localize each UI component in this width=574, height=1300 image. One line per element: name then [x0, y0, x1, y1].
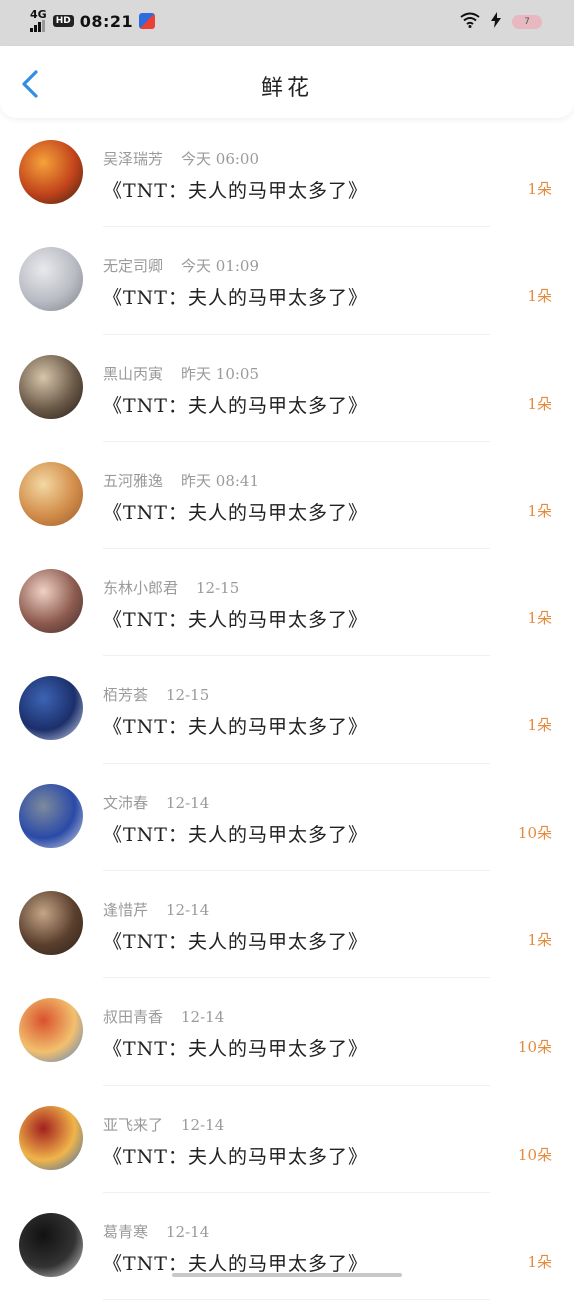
list-item[interactable]: 黑山丙寅 昨天 10:05 《TNT：夫人的马甲太多了》 1朵 [0, 335, 574, 442]
sent-time: 昨天 08:41 [181, 471, 260, 490]
signal-icon [30, 20, 45, 32]
avatar[interactable] [19, 1212, 83, 1277]
wifi-icon [460, 12, 480, 32]
sender-name: 逢惜芹 [103, 901, 149, 920]
battery-icon: 7 [512, 15, 542, 29]
avatar[interactable] [19, 461, 83, 526]
avatar[interactable] [19, 783, 83, 848]
avatar[interactable] [19, 247, 83, 312]
avatar[interactable] [19, 1105, 83, 1170]
list-item[interactable]: 无定司卿 今天 01:09 《TNT：夫人的马甲太多了》 1朵 [0, 227, 574, 335]
sent-time: 12-14 [181, 1008, 225, 1027]
battery-level: 7 [524, 17, 530, 27]
sender-line: 无定司卿 今天 01:09 [103, 255, 259, 276]
book-title: 《TNT：夫人的马甲太多了》 [103, 931, 368, 954]
sender-line: 亚飞来了 12-14 [103, 1114, 224, 1135]
sent-time: 12-14 [181, 1115, 225, 1134]
signal-group: 4G [30, 8, 47, 32]
sender-name: 五河雅逸 [103, 471, 164, 490]
list-item[interactable]: 文沛春 12-14 《TNT：夫人的马甲太多了》 10朵 [0, 764, 574, 872]
flower-count: 1朵 [527, 716, 552, 735]
flower-count: 1朵 [527, 1252, 552, 1271]
list-item[interactable]: 东林小郎君 12-15 《TNT：夫人的马甲太多了》 1朵 [0, 549, 574, 657]
avatar[interactable] [19, 569, 83, 634]
status-left: 4G HD 08:21 [30, 8, 156, 32]
status-bar: 4G HD 08:21 7 [0, 0, 574, 46]
sender-line: 五河雅逸 昨天 08:41 [103, 470, 259, 491]
book-title: 《TNT：夫人的马甲太多了》 [103, 287, 368, 310]
avatar[interactable] [19, 354, 83, 419]
sent-time: 12-14 [166, 793, 210, 812]
sent-time: 12-15 [196, 579, 240, 598]
sent-time: 今天 06:00 [181, 150, 260, 168]
list-item[interactable]: 葛青寒 12-14 《TNT：夫人的马甲太多了》 1朵 [0, 1193, 574, 1300]
list-item[interactable]: 栢芳荟 12-15 《TNT：夫人的马甲太多了》 1朵 [0, 656, 574, 764]
status-right: 7 [460, 12, 542, 32]
sender-line: 叔田青香 12-14 [103, 1006, 224, 1027]
flower-count: 1朵 [527, 501, 552, 520]
sender-line: 逢惜芹 12-14 [103, 899, 209, 920]
sent-time: 今天 01:09 [181, 257, 260, 276]
book-title: 《TNT：夫人的马甲太多了》 [103, 501, 368, 524]
sender-name: 叔田青香 [103, 1008, 164, 1027]
book-title: 《TNT：夫人的马甲太多了》 [103, 609, 368, 632]
avatar[interactable] [19, 676, 83, 741]
flower-count: 1朵 [527, 931, 552, 950]
sender-name: 文沛春 [103, 793, 149, 812]
book-title: 《TNT：夫人的马甲太多了》 [103, 1038, 368, 1061]
sent-time: 昨天 10:05 [181, 364, 260, 383]
hd-badge: HD [52, 15, 74, 27]
book-title: 《TNT：夫人的马甲太多了》 [103, 1252, 368, 1275]
book-title: 《TNT：夫人的马甲太多了》 [103, 716, 368, 739]
charging-icon [490, 12, 502, 32]
sent-time: 12-14 [166, 1222, 210, 1241]
sender-name: 亚飞来了 [103, 1115, 164, 1134]
flower-count: 1朵 [527, 394, 552, 413]
sender-name: 栢芳荟 [103, 686, 149, 705]
flower-list: 吴泽瑞芳 今天 06:00 《TNT：夫人的马甲太多了》 1朵 无定司卿 今天 01:09… [0, 120, 574, 1300]
list-item[interactable]: 吴泽瑞芳 今天 06:00 《TNT：夫人的马甲太多了》 1朵 [0, 120, 574, 228]
sender-name: 无定司卿 [103, 257, 164, 276]
app-notification-icon [139, 13, 156, 29]
book-title: 《TNT：夫人的马甲太多了》 [103, 180, 368, 202]
sent-time: 12-14 [166, 901, 210, 920]
page-title: 鲜花 [260, 76, 313, 101]
book-title: 《TNT：夫人的马甲太多了》 [103, 823, 368, 846]
sender-name: 黑山丙寅 [103, 364, 164, 383]
book-title: 《TNT：夫人的马甲太多了》 [103, 394, 368, 417]
flower-count: 1朵 [527, 609, 552, 628]
header: 鲜花 [0, 46, 574, 118]
avatar[interactable] [19, 998, 83, 1063]
sender-line: 葛青寒 12-14 [103, 1221, 209, 1242]
sender-line: 黑山丙寅 昨天 10:05 [103, 363, 259, 384]
flower-count: 1朵 [527, 180, 552, 198]
sender-line: 文沛春 12-14 [103, 792, 209, 813]
list-item[interactable]: 五河雅逸 昨天 08:41 《TNT：夫人的马甲太多了》 1朵 [0, 442, 574, 550]
sender-name: 东林小郎君 [103, 579, 179, 598]
flower-count: 1朵 [527, 287, 552, 306]
flower-count: 10朵 [517, 1038, 552, 1057]
avatar[interactable] [19, 140, 83, 204]
flower-count: 10朵 [517, 823, 552, 842]
sender-name: 吴泽瑞芳 [103, 150, 164, 168]
network-type: 4G [30, 8, 47, 21]
sender-line: 吴泽瑞芳 今天 06:00 [103, 148, 259, 169]
sender-line: 东林小郎君 12-15 [103, 577, 239, 598]
list-item[interactable]: 亚飞来了 12-14 《TNT：夫人的马甲太多了》 10朵 [0, 1086, 574, 1193]
list-item[interactable]: 叔田青香 12-14 《TNT：夫人的马甲太多了》 10朵 [0, 978, 574, 1086]
book-title: 《TNT：夫人的马甲太多了》 [103, 1145, 368, 1168]
sent-time: 12-15 [166, 686, 210, 705]
sender-line: 栢芳荟 12-15 [103, 684, 209, 705]
sender-name: 葛青寒 [103, 1222, 149, 1241]
status-time: 08:21 [79, 11, 134, 31]
home-indicator[interactable] [172, 1273, 402, 1277]
flower-count: 10朵 [517, 1145, 552, 1164]
list-item[interactable]: 逢惜芹 12-14 《TNT：夫人的马甲太多了》 1朵 [0, 871, 574, 979]
avatar[interactable] [19, 891, 83, 956]
